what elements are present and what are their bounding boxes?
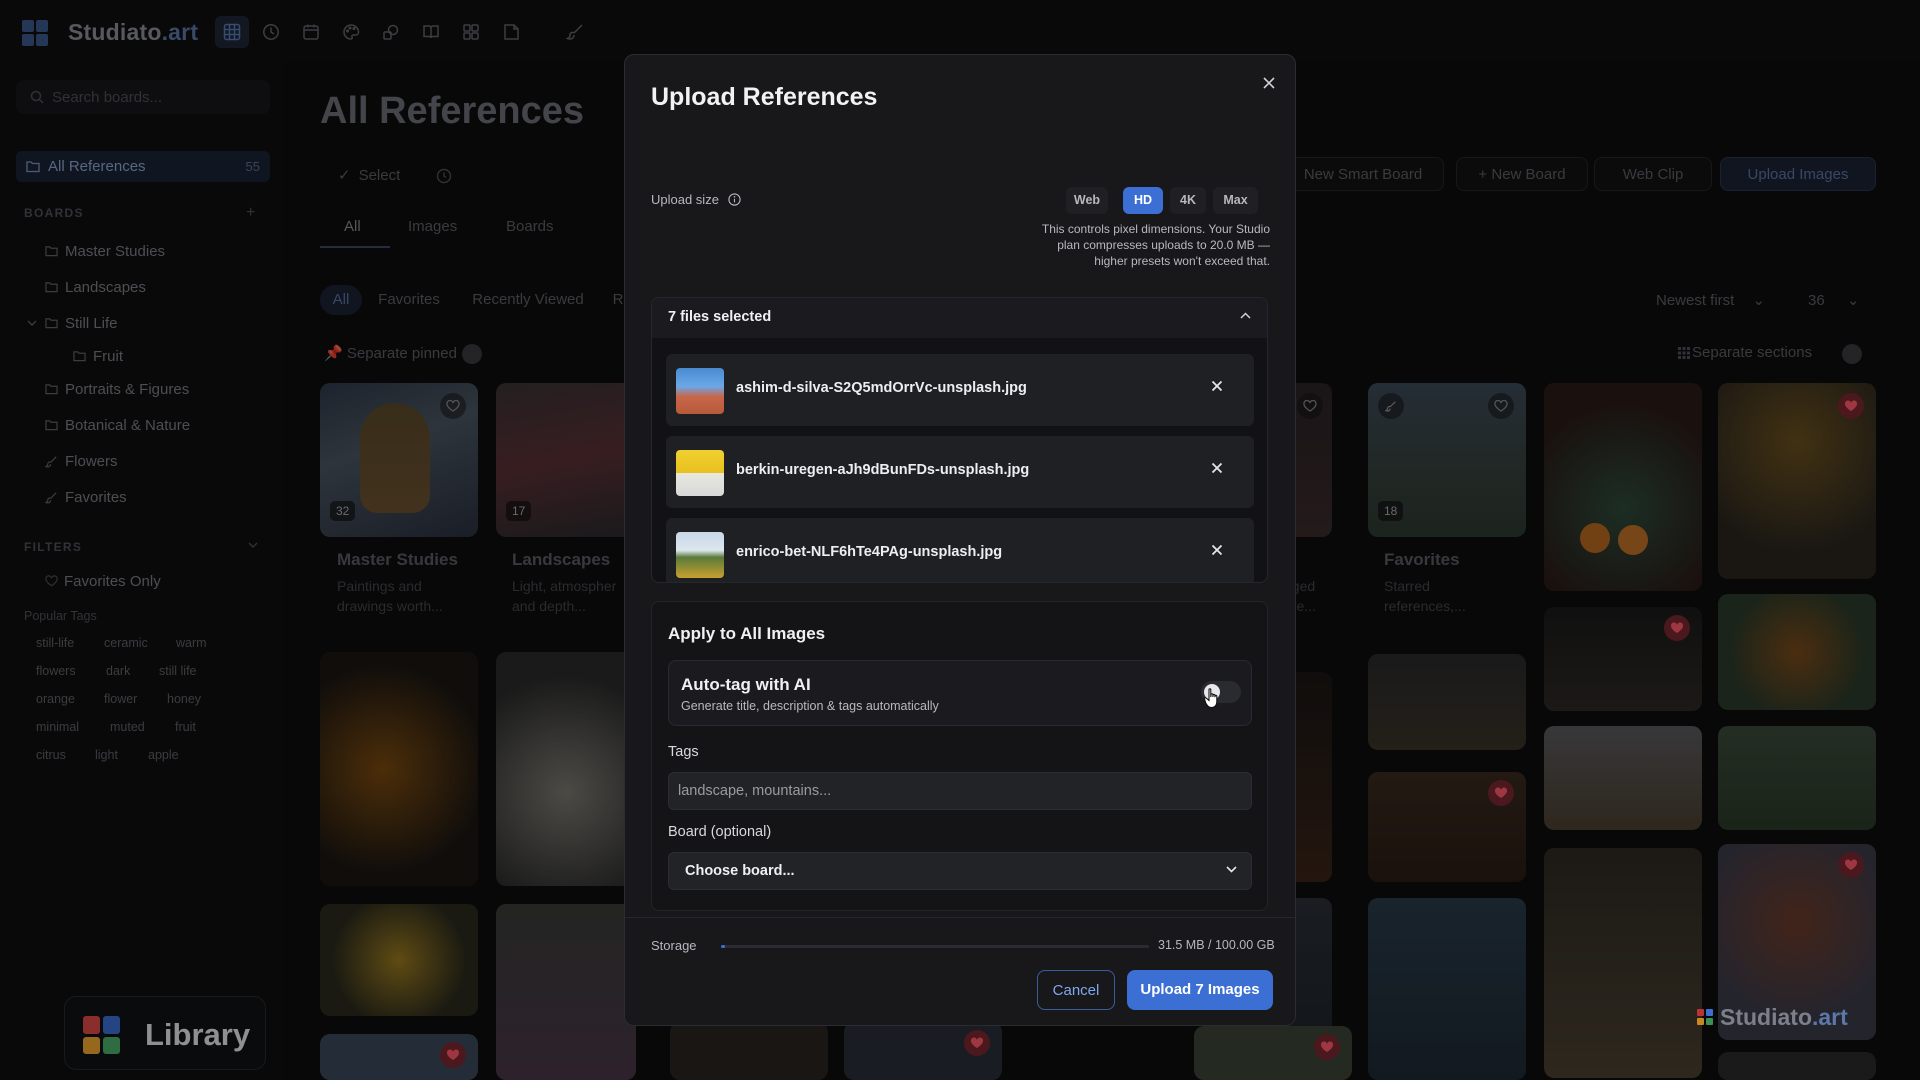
- tags-input[interactable]: landscape, mountains...: [668, 772, 1252, 810]
- apply-to-all-section: Apply to All Images Auto-tag with AI Gen…: [651, 601, 1268, 911]
- dialog-footer: Storage 31.5 MB / 100.00 GB Cancel Uploa…: [625, 917, 1295, 1025]
- upload-images-button[interactable]: Upload 7 Images: [1127, 970, 1273, 1010]
- info-icon[interactable]: [727, 193, 741, 206]
- remove-file-icon[interactable]: [1211, 462, 1223, 474]
- autotag-row[interactable]: Auto-tag with AI Generate title, descrip…: [668, 660, 1252, 726]
- file-thumbnail: [676, 368, 724, 414]
- tags-label: Tags: [668, 744, 699, 760]
- storage-progress-bar: [721, 945, 1149, 948]
- remove-file-icon[interactable]: [1211, 544, 1223, 556]
- upload-references-dialog: Upload References Upload size Web HD 4K …: [624, 54, 1296, 1026]
- board-label: Board (optional): [668, 824, 772, 840]
- size-option-max[interactable]: Max: [1213, 187, 1258, 214]
- upload-size-note: This controls pixel dimensions. Your Stu…: [1041, 222, 1270, 268]
- cancel-button[interactable]: Cancel: [1037, 970, 1115, 1010]
- board-select[interactable]: Choose board...: [668, 852, 1252, 890]
- hand-cursor-icon: [1203, 687, 1221, 709]
- file-name: ashim-d-silva-S2Q5mdOrrVc-unsplash.jpg: [736, 380, 1027, 396]
- file-row: enrico-bet-NLF6hTe4PAg-unsplash.jpg: [666, 518, 1254, 582]
- section-title: Apply to All Images: [668, 624, 826, 643]
- size-option-4k[interactable]: 4K: [1170, 187, 1206, 214]
- size-option-web[interactable]: Web: [1066, 187, 1108, 214]
- chevron-up-icon[interactable]: [1240, 312, 1251, 319]
- chevron-down-icon: [1226, 866, 1237, 873]
- storage-progress-fill: [721, 945, 726, 948]
- autotag-title: Auto-tag with AI: [681, 675, 811, 694]
- dialog-title: Upload References: [651, 83, 878, 111]
- file-row: ashim-d-silva-S2Q5mdOrrVc-unsplash.jpg: [666, 354, 1254, 426]
- watermark: Studiato.art: [1720, 1004, 1848, 1030]
- storage-value: 31.5 MB / 100.00 GB: [1158, 938, 1275, 952]
- watermark-logo-icon: [1697, 1009, 1713, 1025]
- close-icon[interactable]: [1257, 71, 1281, 95]
- storage-label: Storage: [651, 938, 697, 953]
- selected-files-panel: 7 files selected ashim-d-silva-S2Q5mdOrr…: [651, 297, 1268, 583]
- upload-size-label: Upload size: [651, 192, 741, 207]
- file-name: enrico-bet-NLF6hTe4PAg-unsplash.jpg: [736, 544, 1003, 560]
- remove-file-icon[interactable]: [1211, 380, 1223, 392]
- file-name: berkin-uregen-aJh9dBunFDs-unsplash.jpg: [736, 462, 1030, 478]
- file-thumbnail: [676, 532, 724, 578]
- files-header[interactable]: 7 files selected: [652, 298, 1267, 338]
- file-thumbnail: [676, 450, 724, 496]
- autotag-subtitle: Generate title, description & tags autom…: [681, 699, 939, 713]
- file-row: berkin-uregen-aJh9dBunFDs-unsplash.jpg: [666, 436, 1254, 508]
- size-option-hd[interactable]: HD: [1123, 187, 1163, 214]
